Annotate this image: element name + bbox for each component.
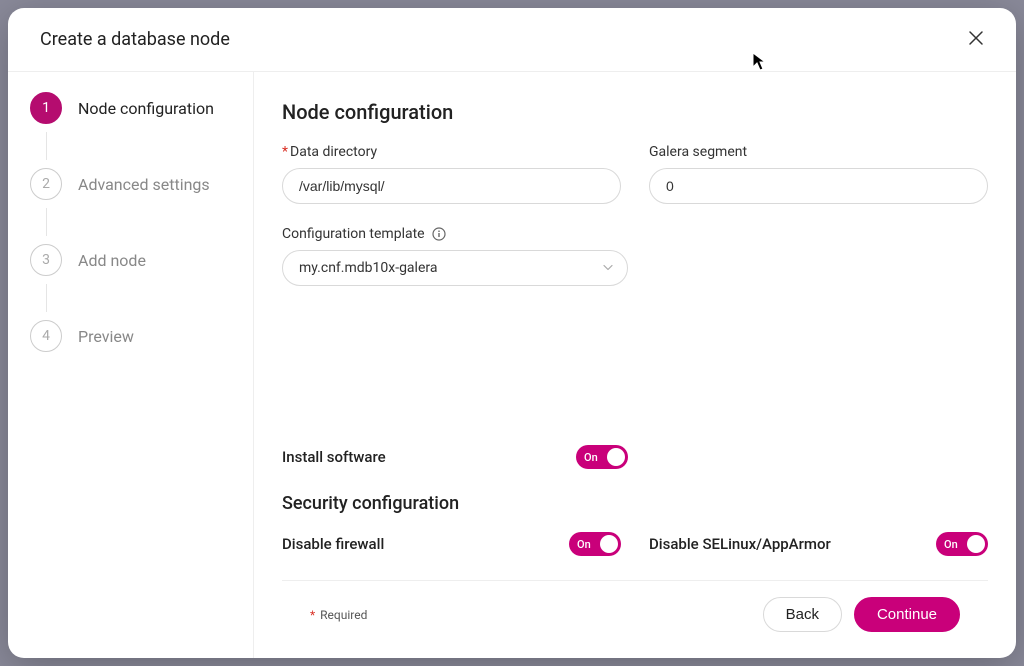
toggle-knob <box>967 535 985 553</box>
toggle-install-software[interactable]: On <box>576 445 628 469</box>
info-icon[interactable] <box>432 227 446 241</box>
label-data-directory: *Data directory <box>282 144 621 160</box>
create-database-node-modal: Create a database node 1 Node configurat… <box>8 8 1016 658</box>
label-galera-segment: Galera segment <box>649 144 988 160</box>
toggle-knob <box>607 448 625 466</box>
continue-button[interactable]: Continue <box>854 597 960 632</box>
section-title-node-configuration: Node configuration <box>282 100 988 124</box>
label-disable-firewall: Disable firewall <box>282 535 384 553</box>
step-label: Node configuration <box>78 99 214 118</box>
step-connector <box>46 284 47 312</box>
toggle-state-text: On <box>944 538 958 551</box>
toggle-state-text: On <box>577 538 591 551</box>
input-data-directory[interactable] <box>282 168 621 204</box>
label-install-software: Install software <box>282 448 386 466</box>
label-disable-selinux: Disable SELinux/AppArmor <box>649 535 831 553</box>
wizard-steps-sidebar: 1 Node configuration 2 Advanced settings… <box>8 72 254 658</box>
select-value: my.cnf.mdb10x-galera <box>282 250 628 286</box>
form-group-data-directory: *Data directory <box>282 144 621 204</box>
step-add-node[interactable]: 3 Add node <box>30 244 235 276</box>
modal-title: Create a database node <box>40 29 230 50</box>
close-button[interactable] <box>964 26 988 53</box>
form-group-config-template: Configuration template my.cnf.mdb10x-gal… <box>282 226 988 423</box>
toggle-disable-firewall[interactable]: On <box>569 532 621 556</box>
back-button[interactable]: Back <box>763 597 842 632</box>
close-icon <box>968 34 984 49</box>
select-config-template[interactable]: my.cnf.mdb10x-galera <box>282 250 628 286</box>
required-indicator: * <box>282 144 288 160</box>
toggle-state-text: On <box>584 451 598 464</box>
form-row: *Data directory Galera segment <box>282 144 988 204</box>
step-node-configuration[interactable]: 1 Node configuration <box>30 92 235 124</box>
step-connector <box>46 208 47 236</box>
step-label: Advanced settings <box>78 175 210 194</box>
toggle-knob <box>600 535 618 553</box>
toggle-row-install-software: Install software On <box>282 445 628 469</box>
step-preview[interactable]: 4 Preview <box>30 320 235 352</box>
toggle-col-disable-selinux: Disable SELinux/AppArmor On <box>649 532 988 556</box>
step-advanced-settings[interactable]: 2 Advanced settings <box>30 168 235 200</box>
toggle-disable-selinux[interactable]: On <box>936 532 988 556</box>
toggle-col-disable-firewall: Disable firewall On <box>282 532 621 556</box>
step-number: 4 <box>30 320 62 352</box>
footer-buttons: Back Continue <box>763 597 960 632</box>
modal-header: Create a database node <box>8 8 1016 72</box>
step-label: Preview <box>78 327 134 346</box>
input-galera-segment[interactable] <box>649 168 988 204</box>
form-group-galera-segment: Galera segment <box>649 144 988 204</box>
form-content: Node configuration *Data directory Galer… <box>254 72 1016 658</box>
required-note: * Required <box>310 608 367 622</box>
step-number: 2 <box>30 168 62 200</box>
required-indicator: * <box>310 608 315 622</box>
step-label: Add node <box>78 251 146 270</box>
modal-body: 1 Node configuration 2 Advanced settings… <box>8 72 1016 658</box>
label-config-template: Configuration template <box>282 226 988 242</box>
step-number: 1 <box>30 92 62 124</box>
section-title-security: Security configuration <box>282 493 988 514</box>
toggle-row-security: Disable firewall On Disable SELinux/AppA… <box>282 532 988 556</box>
modal-footer: * Required Back Continue <box>282 580 988 648</box>
step-number: 3 <box>30 244 62 276</box>
step-connector <box>46 132 47 160</box>
